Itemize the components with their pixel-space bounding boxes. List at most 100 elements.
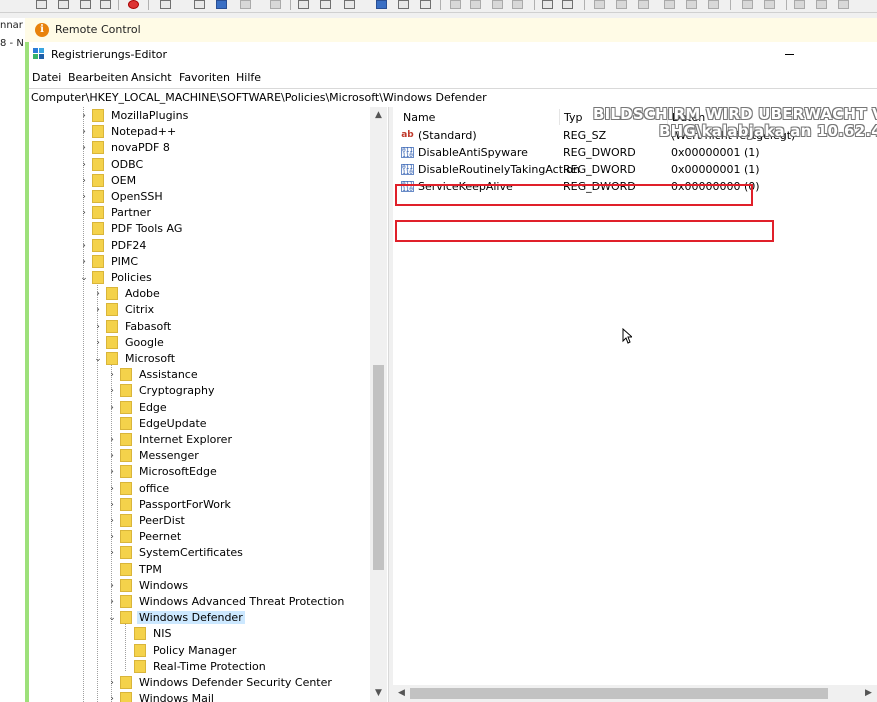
folder-icon — [92, 238, 104, 252]
list-icon[interactable] — [562, 0, 573, 9]
back-icon[interactable] — [594, 0, 605, 9]
expand-chevron-icon[interactable]: › — [79, 110, 89, 122]
values-hscrollbar[interactable]: ◀ ▶ — [393, 685, 877, 702]
stop-icon[interactable] — [128, 0, 139, 9]
tree-item-label: Policies — [111, 271, 152, 284]
scroll-left-icon[interactable]: ◀ — [393, 685, 410, 702]
display-icon[interactable] — [420, 0, 431, 9]
expand-chevron-icon[interactable]: › — [107, 466, 117, 478]
collapse-chevron-icon[interactable]: ⌄ — [107, 612, 117, 624]
archive-icon[interactable] — [708, 0, 719, 9]
expand-chevron-icon[interactable] — [121, 645, 131, 657]
value-row[interactable]: 011 110 DisableAntiSpyware REG_DWORD 0x00… — [399, 144, 877, 161]
pointer-icon[interactable] — [194, 0, 205, 9]
registry-tree: › MozillaPlugins › Notepad++ › novaPDF 8 › ODBC… — [29, 107, 390, 702]
tree-view-icon[interactable] — [838, 0, 849, 9]
folder-icon — [92, 222, 104, 236]
expand-chevron-icon[interactable]: › — [79, 207, 89, 219]
download-icon[interactable] — [764, 0, 775, 9]
expand-chevron-icon[interactable]: › — [93, 321, 103, 333]
expand-chevron-icon[interactable]: › — [107, 385, 117, 397]
scroll-thumb[interactable] — [373, 365, 384, 570]
window-icon[interactable] — [216, 0, 227, 9]
collapse-chevron-icon[interactable]: ⌄ — [93, 353, 103, 365]
value-row[interactable]: 011 110 DisableRoutinelyTakingAction REG_… — [399, 161, 877, 178]
expand-chevron-icon[interactable]: › — [79, 126, 89, 138]
expand-chevron-icon[interactable]: › — [93, 337, 103, 349]
expand-chevron-icon[interactable]: › — [107, 369, 117, 381]
expand-chevron-icon[interactable]: › — [107, 450, 117, 462]
address-path[interactable]: Computer\HKEY_LOCAL_MACHINE\SOFTWARE\Pol… — [31, 91, 487, 104]
address-bar[interactable]: Computer\HKEY_LOCAL_MACHINE\SOFTWARE\Pol… — [29, 88, 877, 108]
menu-datei[interactable]: Datei — [32, 71, 61, 84]
expand-chevron-icon[interactable] — [121, 628, 131, 640]
zoom-out-icon[interactable] — [470, 0, 481, 9]
expand-chevron-icon[interactable]: › — [93, 304, 103, 316]
link-icon[interactable] — [398, 0, 409, 9]
folder-icon[interactable] — [664, 0, 675, 9]
close-icon[interactable] — [638, 0, 649, 9]
title-bar: Registrierungs-Editor — [29, 42, 877, 64]
remote-control-label: Remote Control — [55, 23, 141, 36]
expand-chevron-icon[interactable]: › — [107, 677, 117, 689]
expand-chevron-icon[interactable]: › — [107, 434, 117, 446]
transfer-icon[interactable] — [270, 0, 281, 9]
clipboard-icon[interactable] — [80, 0, 91, 9]
expand-chevron-icon[interactable]: › — [107, 531, 117, 543]
expand-chevron-icon[interactable]: › — [79, 142, 89, 154]
expand-chevron-icon[interactable]: › — [79, 240, 89, 252]
collapse-chevron-icon[interactable]: ⌄ — [79, 272, 89, 284]
menu-bearbeiten[interactable]: Bearbeiten — [68, 71, 128, 84]
tree-item-label: OpenSSH — [111, 190, 163, 203]
grid-icon[interactable] — [542, 0, 553, 9]
chat-icon[interactable] — [344, 0, 355, 9]
expand-chevron-icon[interactable]: › — [79, 159, 89, 171]
scroll-down-icon[interactable]: ▼ — [370, 685, 387, 702]
remote-control-bar: i Remote Control — [25, 18, 877, 43]
hscroll-thumb[interactable] — [410, 688, 828, 699]
monitor-icon[interactable] — [376, 0, 387, 9]
zoom-fit-icon[interactable] — [492, 0, 503, 9]
pan-icon[interactable] — [512, 0, 523, 9]
expand-chevron-icon[interactable]: › — [107, 596, 117, 608]
expand-chevron-icon[interactable]: › — [79, 256, 89, 268]
refresh-icon[interactable] — [298, 0, 309, 9]
column-header-name[interactable]: Name — [403, 111, 435, 124]
tiles-icon[interactable] — [816, 0, 827, 9]
expand-chevron-icon[interactable]: › — [107, 483, 117, 495]
details-icon[interactable] — [794, 0, 805, 9]
screen-icon[interactable] — [160, 0, 171, 9]
settings-icon[interactable] — [320, 0, 331, 9]
expand-chevron-icon[interactable] — [79, 223, 89, 235]
expand-chevron-icon[interactable]: › — [79, 191, 89, 203]
keyboard-icon[interactable] — [240, 0, 251, 9]
menu-hilfe[interactable]: Hilfe — [236, 71, 261, 84]
scroll-right-icon[interactable]: ▶ — [860, 685, 877, 702]
expand-chevron-icon[interactable] — [107, 418, 117, 430]
scroll-up-icon[interactable]: ▲ — [370, 107, 387, 124]
expand-chevron-icon[interactable]: › — [107, 499, 117, 511]
expand-chevron-icon[interactable]: › — [107, 402, 117, 414]
menu-ansicht[interactable]: Ansicht — [131, 71, 172, 84]
folder-icon — [106, 303, 118, 317]
minimize-button[interactable] — [779, 42, 801, 60]
expand-chevron-icon[interactable]: › — [107, 515, 117, 527]
expand-chevron-icon[interactable]: › — [79, 175, 89, 187]
mouse-cursor-icon — [622, 328, 632, 344]
expand-chevron-icon[interactable]: › — [93, 288, 103, 300]
file-icon[interactable] — [686, 0, 697, 9]
expand-chevron-icon[interactable]: › — [107, 693, 117, 702]
expand-chevron-icon[interactable]: › — [107, 580, 117, 592]
expand-chevron-icon[interactable] — [121, 661, 131, 673]
expand-chevron-icon[interactable]: › — [107, 547, 117, 559]
save-icon[interactable] — [100, 0, 111, 9]
forward-icon[interactable] — [616, 0, 627, 9]
menu-favoriten[interactable]: Favoriten — [179, 71, 230, 84]
print-icon[interactable] — [36, 0, 47, 9]
expand-chevron-icon[interactable] — [107, 564, 117, 576]
copy-icon[interactable] — [58, 0, 69, 9]
column-header-type[interactable]: Typ — [564, 111, 583, 124]
tree-scrollbar[interactable]: ▲ ▼ — [370, 107, 387, 702]
upload-icon[interactable] — [742, 0, 753, 9]
zoom-in-icon[interactable] — [450, 0, 461, 9]
